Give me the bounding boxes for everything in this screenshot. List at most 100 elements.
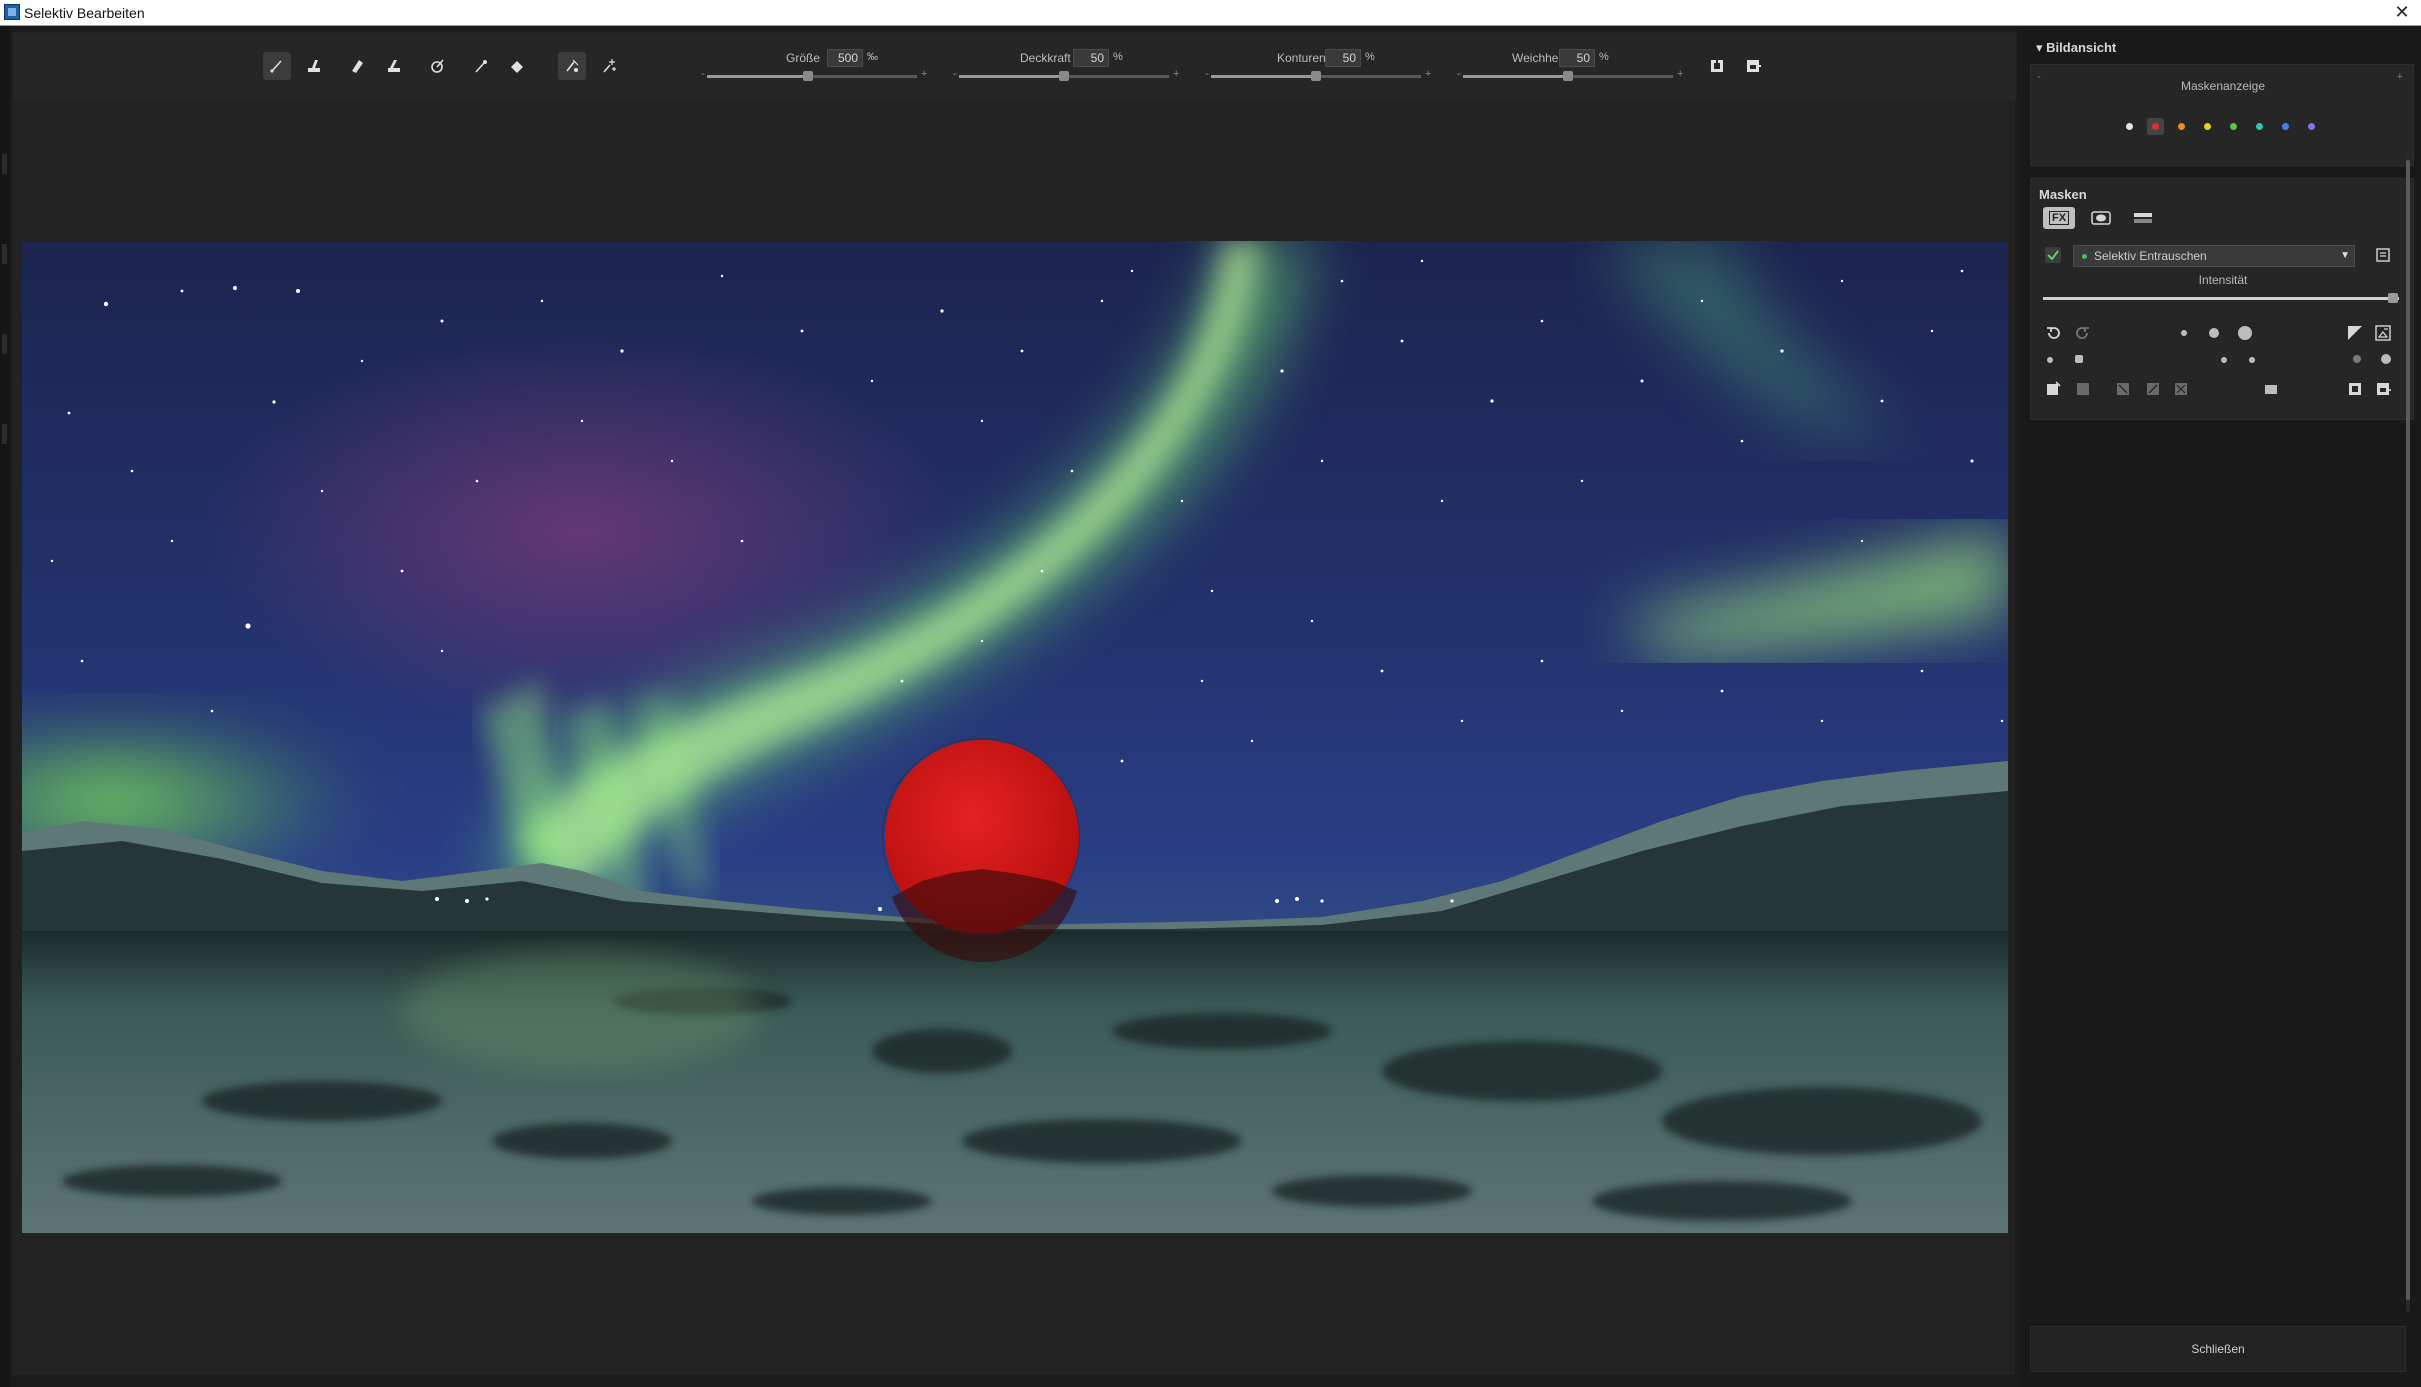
edge-tab[interactable] (2, 334, 7, 354)
eraser-brush-icon (388, 60, 400, 72)
slider-minus[interactable]: - (1457, 68, 1461, 80)
brush-size-large[interactable] (2238, 326, 2252, 340)
slider-knob[interactable] (1563, 71, 1573, 81)
slider-minus[interactable]: - (701, 68, 705, 80)
mask-color-1[interactable] (2152, 123, 2159, 130)
slider-plus[interactable]: + (1677, 68, 1683, 80)
brush-size-small[interactable] (2181, 330, 2187, 336)
slider-knob[interactable] (1059, 71, 1069, 81)
save-mask-button[interactable] (1739, 52, 1767, 80)
mask-tab-eye[interactable] (2085, 207, 2117, 229)
clear-mask-button[interactable] (2073, 379, 2093, 399)
mask-color-5[interactable] (2256, 123, 2263, 130)
slider-minus[interactable]: - (1205, 68, 1209, 80)
magic-brush-tool-button[interactable] (423, 52, 451, 80)
redo-button[interactable] (2073, 323, 2093, 343)
konturen-value-input[interactable]: 50 (1325, 49, 1361, 67)
deckkraft-value-input[interactable]: 50 (1073, 49, 1109, 67)
hardness-hard[interactable] (2075, 355, 2083, 363)
effect-dropdown[interactable]: Selektiv Entrauschen ▼ (2073, 245, 2355, 267)
slider-unit: ‰ (867, 51, 878, 63)
new-mask-button[interactable] (2043, 379, 2063, 399)
stamp-brush-tool-button[interactable] (300, 52, 328, 80)
eraser-tool-button[interactable] (343, 52, 371, 80)
slider-plus[interactable]: + (921, 68, 927, 80)
masken-box: Masken FX Selektiv Entrauschen ▼ Intensi… (2030, 178, 2414, 420)
collapse-icon[interactable]: ▾ (2036, 40, 2043, 55)
mask-color-4[interactable] (2230, 123, 2237, 130)
maskenanzeige-label: Maskenanzeige (2180, 79, 2266, 93)
brush-tool-button[interactable] (263, 52, 291, 80)
effect-list-button[interactable] (2373, 245, 2393, 265)
load-mask-button[interactable] (1703, 52, 1731, 80)
edge-tab[interactable] (2, 424, 7, 444)
opacity-low[interactable] (2353, 355, 2361, 363)
mask-color-3[interactable] (2204, 123, 2211, 130)
left-edge-strip (0, 26, 10, 1387)
import-mask-button[interactable] (2345, 379, 2365, 399)
slider-label: Größe (786, 51, 821, 65)
slider-plus[interactable]: + (1425, 68, 1431, 80)
edge-tab[interactable] (2, 154, 7, 174)
mask-color-7[interactable] (2308, 123, 2315, 130)
slider-knob[interactable] (802, 71, 813, 81)
mask-add-icon (2117, 383, 2129, 395)
window-title: Selektiv Bearbeiten (24, 5, 145, 21)
slider-knob[interactable] (1311, 71, 1321, 81)
mask-enable-toggle[interactable] (2043, 245, 2063, 265)
weichheit-value-input[interactable]: 50 (1559, 49, 1595, 67)
section-bildansicht[interactable]: ▾ Bildansicht (2036, 40, 2116, 56)
groesse-value-input[interactable]: 500 (827, 49, 863, 67)
window-close-button[interactable]: ✕ (2391, 1, 2413, 23)
mask-color-6[interactable] (2282, 123, 2289, 130)
slider-fill (707, 75, 808, 78)
mask-color-2[interactable] (2178, 123, 2185, 130)
slider-deckkraft: Deckkraft 50 % - + (945, 49, 1185, 91)
mask-op-intersect-button[interactable] (2171, 379, 2191, 399)
slider-fill (1211, 75, 1316, 78)
konturen-slider-track[interactable] (1211, 71, 1421, 81)
spacing-large[interactable] (2249, 357, 2255, 363)
slider-unit: % (1599, 51, 1609, 63)
panel-scroll-thumb[interactable] (2406, 160, 2410, 1300)
mask-intersect-icon (2175, 383, 2187, 395)
export-mask-button[interactable] (2373, 379, 2393, 399)
intensitaet-slider[interactable] (2043, 293, 2399, 303)
plus-glyph[interactable]: + (2397, 71, 2403, 83)
undo-button[interactable] (2043, 323, 2063, 343)
edge-brush-tool-button[interactable] (558, 52, 586, 80)
mask-tab-fx[interactable]: FX (2043, 207, 2075, 229)
slider-unit: % (1365, 51, 1375, 63)
panel-scrollbar[interactable] (2406, 154, 2410, 1312)
sparkle-brush-tool-button[interactable] (595, 52, 623, 80)
invert-mask-button[interactable] (2345, 323, 2365, 343)
brush-size-medium[interactable] (2209, 328, 2219, 338)
mask-op-add-button[interactable] (2113, 379, 2133, 399)
fill-bucket-tool-button[interactable] (503, 52, 531, 80)
fill-mask-button[interactable] (2261, 379, 2281, 399)
mask-op-subtract-button[interactable] (2143, 379, 2163, 399)
weichheit-slider-track[interactable] (1463, 71, 1673, 81)
intensitaet-knob[interactable] (2388, 293, 2398, 303)
undo-icon (2047, 327, 2060, 339)
slider-plus[interactable]: + (1173, 68, 1179, 80)
pipette-tool-button[interactable] (467, 52, 495, 80)
hardness-soft[interactable] (2047, 357, 2053, 363)
mask-tab-layers[interactable] (2127, 207, 2159, 229)
edge-brush-icon (566, 59, 579, 72)
aurora-photo[interactable] (22, 241, 2008, 1233)
right-panel: ▾ Bildansicht - Maskenanzeige + Masken F… (2022, 26, 2421, 1387)
spacing-small[interactable] (2221, 357, 2227, 363)
slider-label: Weichheit (1512, 51, 1565, 65)
close-button[interactable]: Schließen (2030, 1326, 2406, 1372)
eye-icon (2091, 211, 2111, 225)
slider-minus[interactable]: - (953, 68, 957, 80)
checkmark-icon (2045, 247, 2061, 263)
opacity-high[interactable] (2381, 354, 2391, 364)
mask-color-0[interactable] (2126, 123, 2133, 130)
deckkraft-slider-track[interactable] (959, 71, 1169, 81)
mask-settings-button[interactable] (2373, 323, 2393, 343)
edge-tab[interactable] (2, 244, 7, 264)
groesse-slider-track[interactable] (707, 71, 917, 81)
eraser-brush-tool-button[interactable] (380, 52, 408, 80)
